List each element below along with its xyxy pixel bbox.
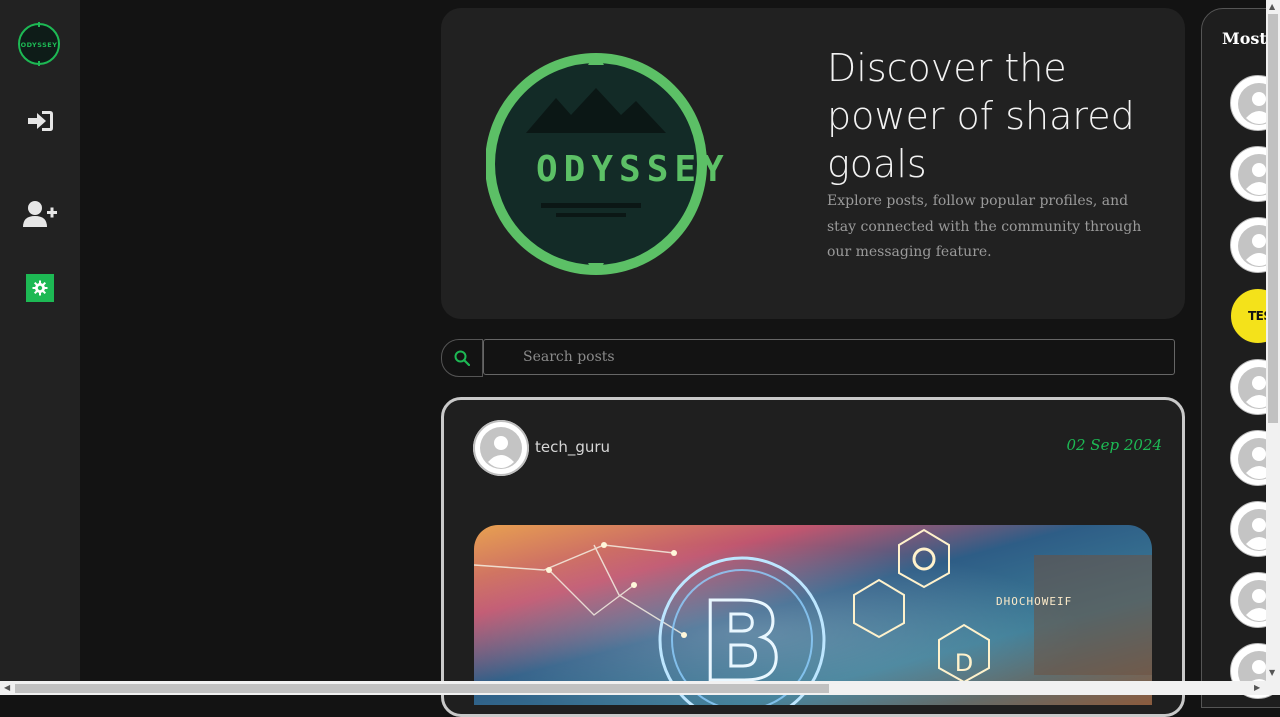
- sidebar: ODYSSEY: [0, 0, 80, 681]
- gear-icon: [32, 280, 48, 296]
- post-image-text: DHOCHOWEIF: [996, 595, 1072, 608]
- post-username[interactable]: tech_guru: [535, 438, 610, 456]
- login-icon[interactable]: [20, 101, 60, 141]
- scroll-left-arrow-icon[interactable]: ◀: [4, 684, 10, 692]
- avatar-placeholder-icon: [473, 420, 529, 476]
- scroll-right-arrow-icon[interactable]: ▶: [1254, 684, 1260, 692]
- scroll-down-arrow-icon[interactable]: ▼: [1269, 669, 1275, 677]
- horizontal-scrollbar-thumb[interactable]: [15, 684, 829, 693]
- vertical-scrollbar-thumb[interactable]: [1268, 14, 1278, 423]
- svg-text:D: D: [955, 649, 973, 677]
- hero-subtitle: Explore posts, follow popular profiles, …: [827, 193, 1142, 260]
- post-card[interactable]: tech_guru 02 Sep 2024 B D DHOCHOWEIF: [441, 397, 1185, 717]
- theme-toggle-button[interactable]: [26, 274, 54, 302]
- logo-text: ODYSSEY: [21, 41, 58, 49]
- search-icon: [454, 350, 470, 366]
- odyssey-logo[interactable]: ODYSSEY: [17, 22, 61, 66]
- scroll-up-arrow-icon[interactable]: ▲: [1269, 3, 1275, 11]
- add-user-icon[interactable]: [20, 194, 60, 234]
- post-image[interactable]: B D DHOCHOWEIF: [474, 525, 1152, 705]
- post-date: 02 Sep 2024: [1066, 436, 1162, 454]
- hero-logo: ODYSSEY: [485, 53, 786, 275]
- hero-title: Discover the power of shared goals: [827, 46, 1135, 186]
- post-avatar[interactable]: [473, 420, 529, 476]
- search-input[interactable]: [483, 339, 1175, 375]
- search-button[interactable]: [441, 339, 483, 377]
- hero-logo-text: ODYSSEY: [536, 149, 730, 190]
- hero-card: ODYSSEY Discover the power of shared goa…: [441, 8, 1185, 319]
- popular-profiles-title: Most: [1222, 29, 1267, 48]
